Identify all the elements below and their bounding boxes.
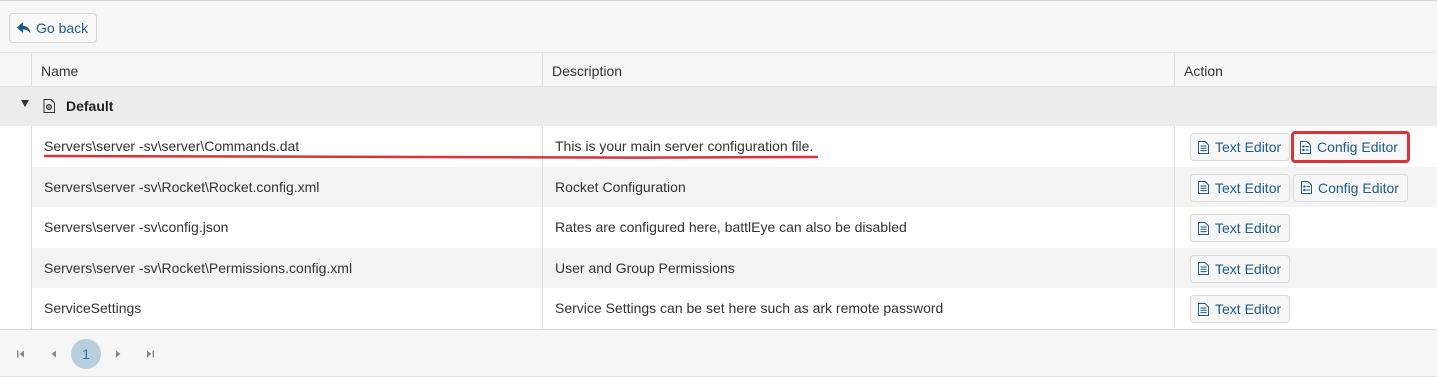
document-icon — [1198, 140, 1209, 154]
text-editor-button[interactable]: Text Editor — [1190, 173, 1291, 202]
table-row: Servers\server -sv\config.json Rates are… — [31, 207, 1437, 248]
text-editor-label: Text Editor — [1215, 220, 1282, 236]
action-cell: Text Editor — [1174, 288, 1437, 328]
config-editor-button[interactable]: Config Editor — [1293, 173, 1408, 202]
text-editor-label: Text Editor — [1215, 179, 1282, 196]
group-label: Default — [66, 98, 114, 114]
text-editor-label: Text Editor — [1215, 301, 1282, 317]
action-cell: Text Editor — [1174, 247, 1437, 288]
page-number-button[interactable]: 1 — [71, 339, 101, 369]
action-cell: Text Editor Config Editor — [1174, 126, 1437, 166]
red-underline-annotation — [44, 154, 818, 159]
settings-file-icon — [43, 99, 55, 113]
column-header-description[interactable]: Description — [542, 53, 1174, 87]
pager: 1 — [0, 329, 1437, 377]
config-form-icon — [1300, 140, 1311, 154]
file-description: This is your main server configuration f… — [555, 138, 814, 154]
last-page-icon — [147, 350, 154, 358]
file-description: Rates are configured here, battlEye can … — [555, 219, 907, 235]
previous-page-button[interactable] — [42, 342, 66, 366]
previous-page-icon — [51, 350, 56, 358]
first-page-button[interactable] — [9, 342, 33, 366]
text-editor-label: Text Editor — [1215, 139, 1282, 155]
file-description: User and Group Permissions — [555, 259, 735, 276]
table-row: Servers\server -sv\server\Commands.dat T… — [31, 126, 1437, 167]
table-row: ServiceSettings Service Settings can be … — [31, 288, 1437, 329]
collapse-caret-icon[interactable] — [21, 100, 29, 107]
config-editor-label: Config Editor — [1318, 179, 1399, 196]
grid-header: Name Description Action — [0, 53, 1437, 87]
text-editor-button[interactable]: Text Editor — [1190, 254, 1291, 283]
file-name: Servers\server -sv\Rocket\Permissions.co… — [44, 259, 353, 276]
column-header-name[interactable]: Name — [31, 53, 542, 87]
file-description: Rocket Configuration — [555, 178, 686, 195]
file-name: ServiceSettings — [44, 300, 142, 316]
go-back-label: Go back — [36, 20, 89, 36]
file-name: Servers\server -sv\config.json — [44, 219, 229, 235]
config-form-icon — [1301, 181, 1312, 194]
go-back-button[interactable]: Go back — [9, 13, 98, 43]
action-cell: Text Editor — [1174, 207, 1437, 247]
file-name: Servers\server -sv\server\Commands.dat — [44, 138, 300, 154]
next-page-icon — [116, 350, 121, 358]
next-page-button[interactable] — [106, 342, 130, 366]
text-editor-button[interactable]: Text Editor — [1190, 295, 1291, 323]
text-editor-label: Text Editor — [1215, 260, 1282, 277]
last-page-button[interactable] — [138, 342, 162, 366]
text-editor-button[interactable]: Text Editor — [1190, 214, 1291, 242]
file-name: Servers\server -sv\Rocket\Rocket.config.… — [44, 178, 320, 195]
action-cell: Text Editor Config Editor — [1174, 166, 1437, 207]
document-icon — [1198, 221, 1209, 235]
group-row-default: Default — [0, 87, 1437, 126]
document-icon — [1198, 302, 1209, 316]
table-row: Servers\server -sv\Rocket\Permissions.co… — [31, 247, 1437, 288]
document-icon — [1198, 181, 1209, 194]
column-header-action[interactable]: Action — [1174, 53, 1437, 87]
table-row: Servers\server -sv\Rocket\Rocket.config.… — [31, 166, 1437, 207]
config-editor-button[interactable]: Config Editor — [1291, 131, 1410, 163]
toolbar: Go back — [0, 0, 1437, 53]
first-page-icon — [17, 350, 24, 358]
back-arrow-icon — [17, 22, 31, 34]
document-icon — [1198, 262, 1209, 275]
file-description: Service Settings can be set here such as… — [555, 300, 944, 316]
text-editor-button[interactable]: Text Editor — [1190, 133, 1291, 161]
config-editor-label: Config Editor — [1317, 139, 1398, 155]
